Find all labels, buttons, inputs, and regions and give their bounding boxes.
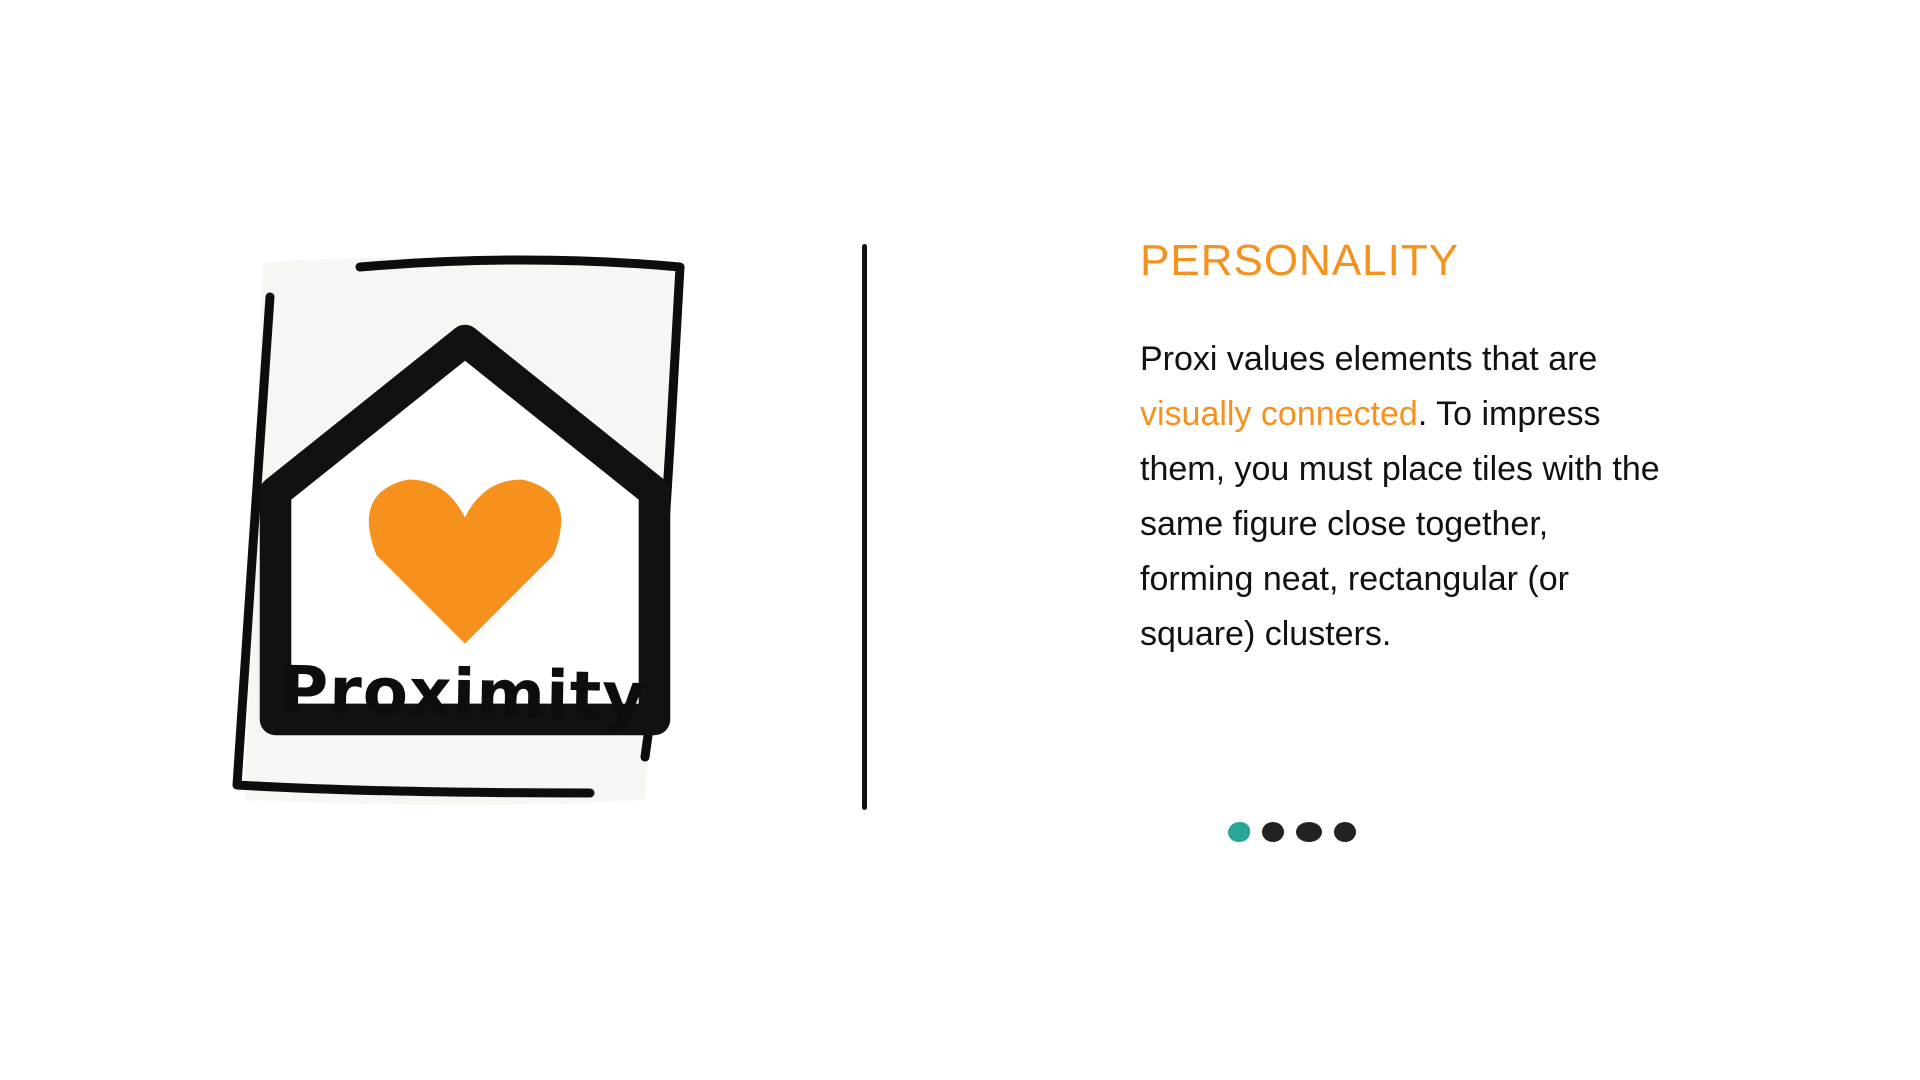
description-highlight: visually connected — [1140, 395, 1418, 433]
proximity-card: Proximity — [225, 245, 705, 815]
section-heading: PERSONALITY — [1140, 236, 1460, 285]
vertical-divider — [862, 244, 867, 810]
description-part-2: . To impress them, you must place tiles … — [1140, 395, 1660, 653]
pagination-dots — [1228, 822, 1356, 842]
card-title: Proximity — [279, 651, 647, 736]
page-dot-2[interactable] — [1262, 822, 1284, 842]
description-text: Proxi values elements that are visually … — [1140, 332, 1660, 662]
description-part-1: Proxi values elements that are — [1140, 340, 1598, 378]
page-dot-3[interactable] — [1296, 822, 1322, 842]
page-dot-4[interactable] — [1334, 822, 1356, 842]
page-dot-1[interactable] — [1228, 822, 1250, 842]
